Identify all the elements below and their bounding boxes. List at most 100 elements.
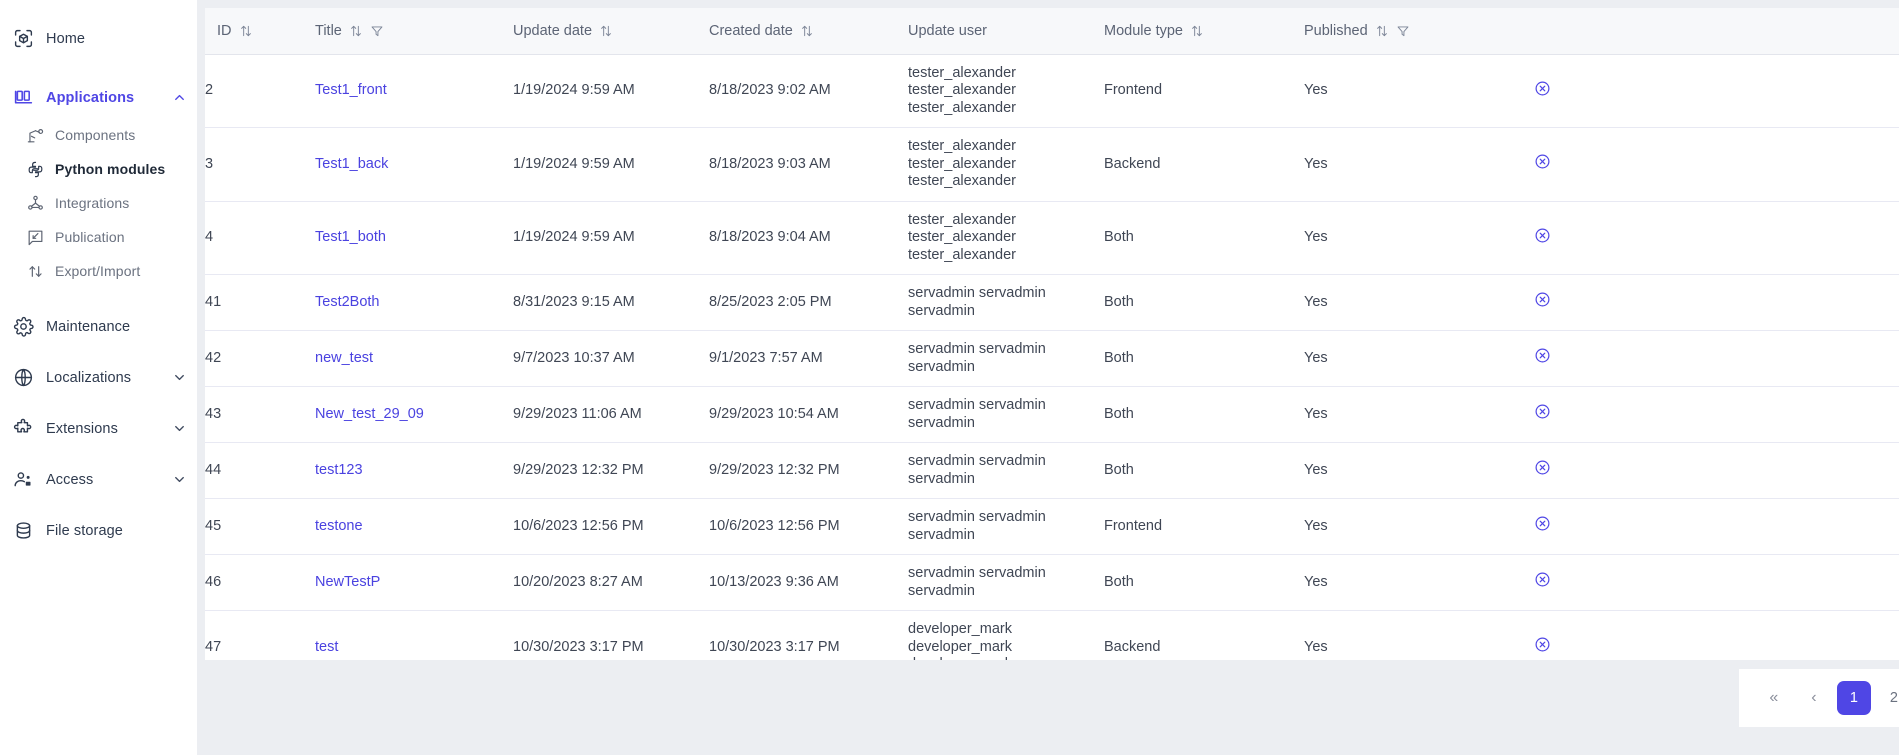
python-modules-table-panel: ID Title	[205, 8, 1899, 660]
sidebar-item-label: Publication	[55, 229, 125, 245]
column-header-actions	[1534, 8, 1899, 54]
sort-icon[interactable]	[1375, 24, 1389, 38]
cell-id: 42	[205, 331, 315, 387]
column-header-label: Update user	[908, 23, 987, 39]
cell-module-type: Frontend	[1104, 54, 1304, 128]
module-title-link[interactable]: Test2Both	[315, 294, 380, 310]
sidebar-item-label: Access	[46, 472, 93, 488]
sort-icon[interactable]	[599, 24, 613, 38]
column-header-module-type[interactable]: Module type	[1104, 8, 1304, 54]
sidebar-item-access[interactable]: Access	[0, 459, 197, 500]
table-header-row: ID Title	[205, 8, 1899, 54]
sidebar-spacer	[0, 500, 197, 510]
sort-icon[interactable]	[1190, 24, 1204, 38]
table-row[interactable]: 3Test1_back1/19/2024 9:59 AM8/18/2023 9:…	[205, 128, 1899, 202]
update-user-line: tester_alexander	[908, 65, 1104, 83]
table-row[interactable]: 4Test1_both1/19/2024 9:59 AM8/18/2023 9:…	[205, 201, 1899, 275]
sidebar-item-publication[interactable]: Publication	[0, 220, 197, 254]
module-title-link[interactable]: Test1_front	[315, 82, 387, 98]
column-header-id[interactable]: ID	[205, 8, 315, 54]
table-row[interactable]: 46NewTestP10/20/2023 8:27 AM10/13/2023 9…	[205, 555, 1899, 611]
column-header-update-date[interactable]: Update date	[513, 8, 709, 54]
sort-icon[interactable]	[349, 24, 363, 38]
remove-icon[interactable]	[1534, 459, 1551, 476]
pagination-prev-button[interactable]: ‹	[1797, 681, 1831, 715]
cell-update-date: 9/29/2023 12:32 PM	[513, 443, 709, 499]
remove-icon[interactable]	[1534, 227, 1551, 244]
table-row[interactable]: 43New_test_29_099/29/2023 11:06 AM9/29/2…	[205, 387, 1899, 443]
chevron-down-icon[interactable]	[172, 472, 187, 487]
update-user-line: tester_alexander	[908, 156, 1104, 174]
cell-id: 46	[205, 555, 315, 611]
sidebar-item-file-storage[interactable]: File storage	[0, 510, 197, 551]
cell-update-date: 1/19/2024 9:59 AM	[513, 201, 709, 275]
sort-icon[interactable]	[800, 24, 814, 38]
pagination-first-button[interactable]: «	[1757, 681, 1791, 715]
table-header: ID Title	[205, 8, 1899, 54]
module-title-link[interactable]: testone	[315, 518, 363, 534]
chevron-down-icon[interactable]	[172, 421, 187, 436]
module-title-link[interactable]: Test1_both	[315, 229, 386, 245]
update-user-line: tester_alexander	[908, 247, 1104, 265]
sidebar-item-label: Applications	[46, 90, 134, 106]
cell-title: testone	[315, 499, 513, 555]
table-row[interactable]: 42new_test9/7/2023 10:37 AM9/1/2023 7:57…	[205, 331, 1899, 387]
chevron-up-icon[interactable]	[172, 90, 187, 105]
remove-icon[interactable]	[1534, 291, 1551, 308]
sidebar-item-maintenance[interactable]: Maintenance	[0, 306, 197, 347]
remove-icon[interactable]	[1534, 571, 1551, 588]
sidebar-item-label: File storage	[46, 523, 123, 539]
remove-icon[interactable]	[1534, 80, 1551, 97]
remove-icon[interactable]	[1534, 347, 1551, 364]
remove-icon[interactable]	[1534, 403, 1551, 420]
cell-title: Test1_back	[315, 128, 513, 202]
sort-icon[interactable]	[239, 24, 253, 38]
table-row[interactable]: 45testone10/6/2023 12:56 PM10/6/2023 12:…	[205, 499, 1899, 555]
column-header-label: Module type	[1104, 23, 1183, 39]
cell-published: Yes	[1304, 611, 1534, 661]
cell-actions	[1534, 201, 1899, 275]
table-row[interactable]: 2Test1_front1/19/2024 9:59 AM8/18/2023 9…	[205, 54, 1899, 128]
table-row[interactable]: 44test1239/29/2023 12:32 PM9/29/2023 12:…	[205, 443, 1899, 499]
sidebar-item-label: Home	[46, 31, 85, 47]
remove-icon[interactable]	[1534, 636, 1551, 653]
module-title-link[interactable]: Test1_back	[315, 156, 388, 172]
remove-icon[interactable]	[1534, 153, 1551, 170]
cell-published: Yes	[1304, 555, 1534, 611]
chevron-down-icon[interactable]	[172, 370, 187, 385]
module-title-link[interactable]: new_test	[315, 350, 373, 366]
column-header-created-date[interactable]: Created date	[709, 8, 908, 54]
table-row[interactable]: 41Test2Both8/31/2023 9:15 AM8/25/2023 2:…	[205, 275, 1899, 331]
cell-update-date: 9/7/2023 10:37 AM	[513, 331, 709, 387]
cell-module-type: Both	[1104, 201, 1304, 275]
sidebar-item-extensions[interactable]: Extensions	[0, 408, 197, 449]
remove-icon[interactable]	[1534, 515, 1551, 532]
sidebar-item-python-modules[interactable]: Python modules	[0, 152, 197, 186]
app-root: Home Applications Components	[0, 0, 1899, 755]
column-header-title[interactable]: Title	[315, 8, 513, 54]
module-title-link[interactable]: New_test_29_09	[315, 406, 424, 422]
cell-actions	[1534, 54, 1899, 128]
module-title-link[interactable]: test	[315, 639, 338, 655]
pagination-page-2[interactable]: 2	[1877, 681, 1899, 715]
sidebar-item-integrations[interactable]: Integrations	[0, 186, 197, 220]
column-header-update-user[interactable]: Update user	[908, 8, 1104, 54]
sidebar-item-home[interactable]: Home	[0, 18, 197, 59]
table-body: 2Test1_front1/19/2024 9:59 AM8/18/2023 9…	[205, 54, 1899, 660]
sidebar-item-export-import[interactable]: Export/Import	[0, 254, 197, 288]
cell-created-date: 8/18/2023 9:03 AM	[709, 128, 908, 202]
filter-icon[interactable]	[1396, 24, 1410, 38]
cell-id: 47	[205, 611, 315, 661]
sidebar-item-components[interactable]: Components	[0, 118, 197, 152]
module-title-link[interactable]: NewTestP	[315, 574, 380, 590]
cell-published: Yes	[1304, 499, 1534, 555]
column-header-published[interactable]: Published	[1304, 8, 1534, 54]
filter-icon[interactable]	[370, 24, 384, 38]
sidebar-item-applications[interactable]: Applications	[0, 77, 197, 118]
module-title-link[interactable]: test123	[315, 462, 363, 478]
database-icon	[8, 520, 38, 541]
pagination-page-1[interactable]: 1	[1837, 681, 1871, 715]
table-row[interactable]: 47test10/30/2023 3:17 PM10/30/2023 3:17 …	[205, 611, 1899, 661]
sidebar-item-localizations[interactable]: Localizations	[0, 357, 197, 398]
update-user-line: tester_alexander	[908, 138, 1104, 156]
